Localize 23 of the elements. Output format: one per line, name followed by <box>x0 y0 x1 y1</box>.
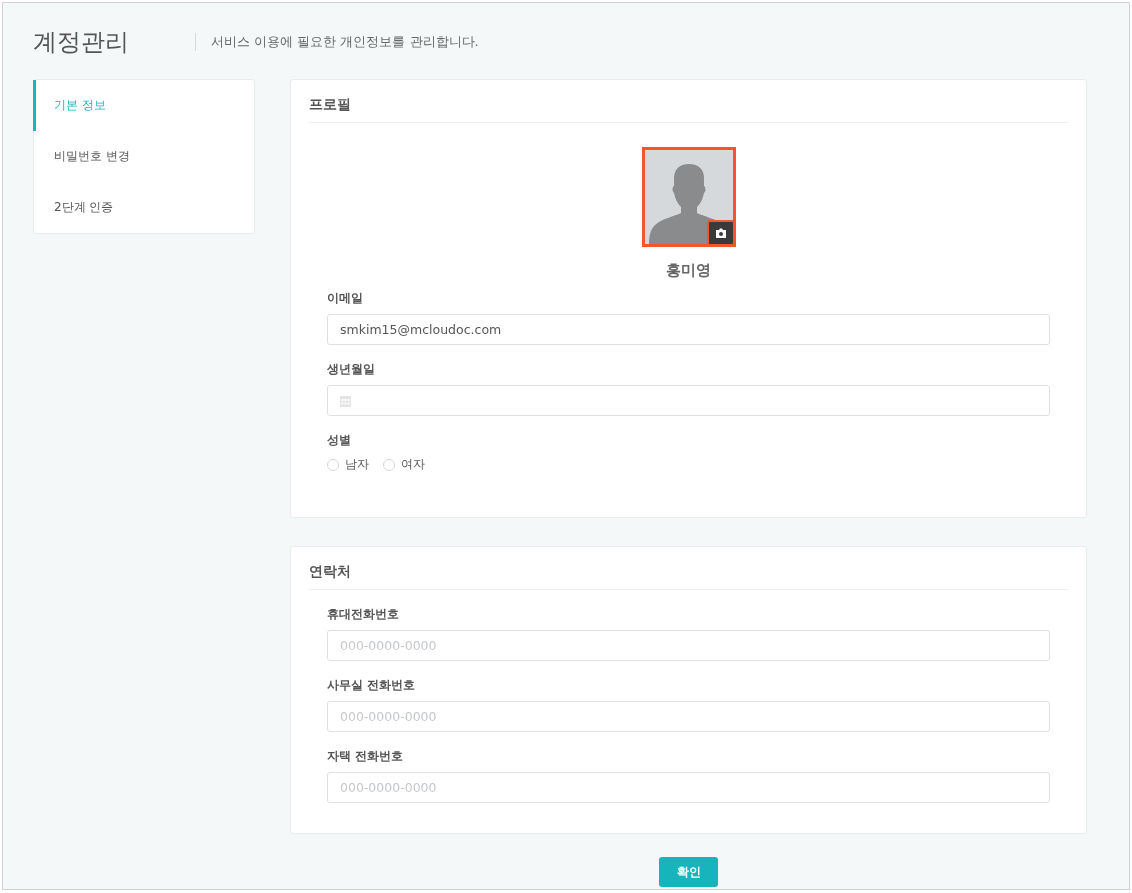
input-field[interactable]: 000-0000-0000 <box>327 772 1050 803</box>
input-field[interactable]: 000-0000-0000 <box>327 630 1050 661</box>
input-field[interactable]: 000-0000-0000 <box>327 701 1050 732</box>
calendar-icon <box>340 394 351 407</box>
section-heading: 연락처 <box>309 563 1068 590</box>
input-field[interactable]: smkim15@mcloudoc.com <box>327 314 1050 345</box>
field-label: 이메일 <box>327 290 364 307</box>
page-title: 계정관리 <box>33 27 130 58</box>
sidebar-item[interactable]: 2단계 인증 <box>33 182 254 233</box>
field-label: 사무실 전화번호 <box>327 677 417 694</box>
user-name: 홍미영 <box>666 261 711 280</box>
camera-icon <box>714 228 727 238</box>
field-label: 성별 <box>327 432 352 449</box>
section-heading: 프로필 <box>309 96 1068 123</box>
camera-button[interactable] <box>706 220 733 244</box>
field-label: 자택 전화번호 <box>327 748 405 765</box>
radio-label: 남자 <box>345 456 369 473</box>
field-label: 휴대전화번호 <box>327 606 400 623</box>
sidebar-item[interactable]: 비밀번호 변경 <box>33 131 254 182</box>
field-label: 생년월일 <box>327 361 376 378</box>
radio-label: 여자 <box>401 456 425 473</box>
page-subtitle: 서비스 이용에 필요한 개인정보를 관리합니다. <box>195 33 479 51</box>
date-field[interactable] <box>327 385 1050 416</box>
